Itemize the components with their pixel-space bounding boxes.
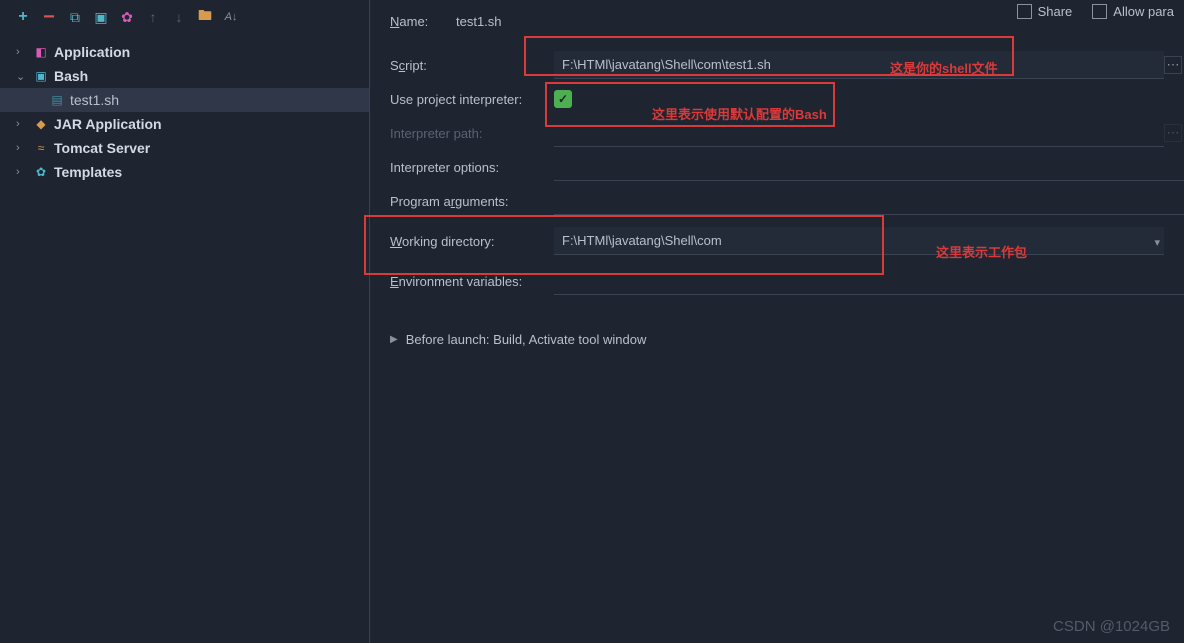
chevron-right-icon: ›: [16, 118, 28, 130]
label-interpreter-options: Interpreter options:: [390, 160, 540, 175]
move-down-icon[interactable]: ↓: [170, 8, 188, 26]
label-program-arguments: Program arguments:: [390, 194, 540, 209]
row-interpreter-options: Interpreter options:: [390, 150, 1184, 184]
watermark: CSDN @1024GB: [1053, 618, 1170, 635]
jar-icon: ◆: [34, 117, 48, 131]
allow-parallel-label: Allow para: [1113, 4, 1174, 19]
folder-icon[interactable]: 🖿: [196, 8, 214, 26]
dropdown-icon[interactable]: ▾: [1154, 236, 1160, 249]
tree-node-bash[interactable]: ⌄ ▣ Bash: [0, 64, 369, 88]
chevron-right-icon: ›: [16, 166, 28, 178]
interpreter-path-input: [554, 119, 1164, 147]
triangle-right-icon: ▶: [390, 334, 398, 345]
move-up-icon[interactable]: ↑: [144, 8, 162, 26]
templates-icon: ✿: [34, 165, 48, 179]
add-icon[interactable]: +: [14, 8, 32, 26]
allow-parallel-checkbox[interactable]: Allow para: [1092, 4, 1174, 19]
label-name: Name:: [390, 14, 442, 29]
config-toolbar: + − ⧉ ▣ ✿ ↑ ↓ 🖿 A↓: [0, 0, 369, 34]
tree-label: Tomcat Server: [54, 140, 150, 156]
top-options: Share Allow para: [1017, 4, 1174, 19]
environment-variables-input[interactable]: [554, 267, 1184, 295]
application-icon: ◧: [34, 45, 48, 59]
gear-icon[interactable]: ✿: [118, 8, 136, 26]
label-working-directory: Working directory:: [390, 234, 540, 249]
script-input[interactable]: [554, 51, 1164, 79]
sort-icon[interactable]: A↓: [222, 8, 240, 26]
label-interpreter-path: Interpreter path:: [390, 126, 540, 141]
working-directory-input[interactable]: [554, 227, 1164, 255]
label-use-interpreter: Use project interpreter:: [390, 92, 540, 107]
interpreter-options-input[interactable]: [554, 153, 1184, 181]
sidebar: + − ⧉ ▣ ✿ ↑ ↓ 🖿 A↓ › ◧ Application ⌄ ▣ B…: [0, 0, 370, 643]
chevron-down-icon: ⌄: [16, 70, 28, 83]
name-value[interactable]: test1.sh: [456, 14, 976, 29]
share-label: Share: [1038, 4, 1073, 19]
tree-node-tomcat[interactable]: › ≈ Tomcat Server: [0, 136, 369, 160]
row-environment-variables: Environment variables:: [390, 264, 1184, 298]
share-checkbox[interactable]: Share: [1017, 4, 1073, 19]
tree-node-application[interactable]: › ◧ Application: [0, 40, 369, 64]
save-icon[interactable]: ▣: [92, 8, 110, 26]
use-interpreter-checkbox[interactable]: ✓: [554, 90, 572, 108]
tree-label: Application: [54, 44, 130, 60]
program-arguments-input[interactable]: [554, 187, 1184, 215]
tree-node-jar[interactable]: › ◆ JAR Application: [0, 112, 369, 136]
browse-icon[interactable]: ⋯: [1164, 56, 1182, 74]
file-icon: ▤: [50, 93, 64, 107]
main-panel: Share Allow para Name: test1.sh Script: …: [370, 0, 1184, 643]
row-script: Script: ⋯: [390, 48, 1184, 82]
tree-label: Templates: [54, 164, 122, 180]
config-tree: › ◧ Application ⌄ ▣ Bash ▤ test1.sh › ◆ …: [0, 34, 369, 190]
checkbox-icon: [1017, 4, 1032, 19]
before-launch-label: Before launch: Build, Activate tool wind…: [406, 332, 647, 347]
row-interpreter-path: Interpreter path: ⋯: [390, 116, 1184, 150]
tree-label: Bash: [54, 68, 88, 84]
copy-icon[interactable]: ⧉: [66, 8, 84, 26]
checkbox-icon: [1092, 4, 1107, 19]
remove-icon[interactable]: −: [40, 8, 58, 26]
chevron-right-icon: ›: [16, 46, 28, 58]
row-use-interpreter: Use project interpreter: ✓: [390, 82, 1184, 116]
before-launch-section[interactable]: ▶ Before launch: Build, Activate tool wi…: [390, 326, 1184, 353]
label-environment-variables: Environment variables:: [390, 274, 540, 289]
tomcat-icon: ≈: [34, 141, 48, 155]
tree-node-templates[interactable]: › ✿ Templates: [0, 160, 369, 184]
tree-label: JAR Application: [54, 116, 162, 132]
tree-node-test1[interactable]: ▤ test1.sh: [0, 88, 369, 112]
browse-icon[interactable]: ⋯: [1164, 124, 1182, 142]
tree-label: test1.sh: [70, 92, 119, 108]
row-program-arguments: Program arguments:: [390, 184, 1184, 218]
row-working-directory: Working directory: ▾: [390, 224, 1184, 258]
chevron-right-icon: ›: [16, 142, 28, 154]
bash-icon: ▣: [34, 69, 48, 83]
label-script: Script:: [390, 58, 540, 73]
